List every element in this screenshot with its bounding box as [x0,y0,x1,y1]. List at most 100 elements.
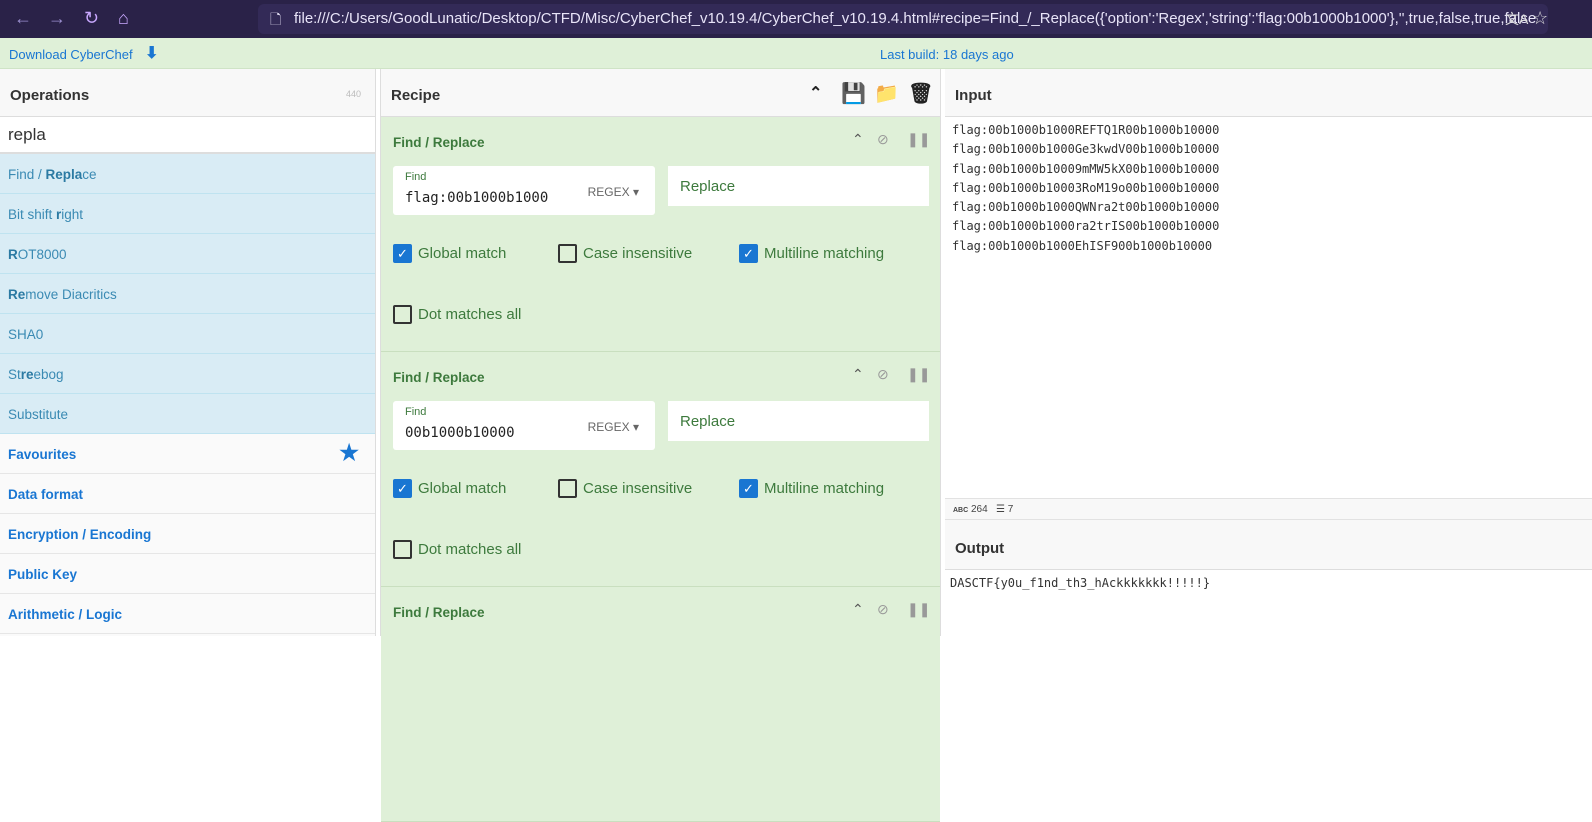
op-text: OT8000 [17,247,67,262]
input-title: Input [955,87,992,104]
checkbox-label: Dot matches all [418,541,522,558]
multiline-checkbox[interactable]: ✓ Multiline matching [739,244,884,263]
checkbox-icon[interactable] [558,244,577,263]
pause-icon[interactable]: ❚❚ [907,366,930,383]
replace-placeholder: Replace [680,413,736,430]
output-title: Output [955,540,1005,557]
multiline-checkbox[interactable]: ✓ Multiline matching [739,479,884,498]
operations-title: Operations [10,87,90,104]
checkbox-icon[interactable] [393,540,412,559]
mode-label: REGEX [587,185,630,199]
step-title: Find / Replace [393,605,485,620]
disable-icon[interactable]: ⊘ [877,601,889,618]
op-match: R [8,247,18,262]
category-label: Encryption / Encoding [8,527,152,542]
input-textarea[interactable]: flag:00b1000b1000REFTQ1R00b1000b10000 fl… [945,117,1592,498]
replace-input[interactable]: Replace [668,401,929,441]
category-item[interactable]: Favourites ★ [0,434,375,474]
collapse-icon[interactable]: ⌃ [852,366,864,383]
checkbox-label: Multiline matching [764,480,885,497]
operations-search-input[interactable]: repla [0,117,375,154]
checkbox-icon[interactable]: ✓ [739,244,758,263]
find-value: flag:00b1000b1000 [405,190,549,206]
forward-icon[interactable]: → [48,8,66,29]
regex-dropdown[interactable]: REGEX ▾ [588,185,639,199]
find-input[interactable]: Find 00b1000b10000 REGEX ▾ [393,401,655,450]
find-label: Find [405,171,427,183]
trash-icon[interactable]: 🗑 [908,81,933,106]
collapse-icon[interactable]: ⌃ [852,601,864,618]
global-checkbox[interactable]: ✓ Global match [393,479,506,498]
page-icon: 🗋 [270,11,282,27]
checkbox-label: Case insensitive [583,245,693,262]
op-match: Re [8,287,26,302]
category-label: Favourites [8,447,77,462]
replace-placeholder: Replace [680,178,736,195]
op-match: Repla [45,167,83,182]
operation-item[interactable]: ROT8000 [0,234,375,274]
checkbox-icon[interactable]: ✓ [739,479,758,498]
case-checkbox[interactable]: Case insensitive [558,479,692,498]
download-link[interactable]: Download CyberChef [9,47,133,62]
category-item[interactable]: Encryption / Encoding [0,514,375,554]
operation-item[interactable]: Streebog [0,354,375,394]
operation-item[interactable]: Remove Diacritics [0,274,375,314]
find-input[interactable]: Find flag:00b1000b1000 REGEX ▾ [393,166,655,215]
operation-item[interactable]: SHA0 [0,314,375,354]
folder-icon[interactable]: 📁 [874,81,899,106]
mode-label: REGEX [587,420,630,434]
collapse-icon[interactable]: ⌃ [809,83,822,103]
category-label: Data format [8,487,84,502]
checkbox-icon[interactable] [558,479,577,498]
disable-icon[interactable]: ⊘ [877,131,889,148]
dotall-checkbox[interactable]: Dot matches all [393,540,521,559]
output-textarea[interactable]: DASCTF{y0u_f1nd_th3_hAckkkkkkk!!!!!} [945,570,1592,596]
replace-input[interactable]: Replace [668,166,929,206]
checkbox-label: Global match [418,245,507,262]
save-icon[interactable]: 💾 [841,81,866,106]
checkbox-label: Case insensitive [583,480,693,497]
star-icon[interactable]: ★ [339,440,359,466]
pause-icon[interactable]: ❚❚ [907,131,930,148]
checkbox-icon[interactable]: ✓ [393,244,412,263]
checkbox-label: Multiline matching [764,245,885,262]
translate-icon[interactable]: 文A [1505,9,1528,29]
download-icon[interactable]: ⬇ [145,43,158,63]
recipe-step: Find / Replace ⌃ ⊘ ❚❚ Find 00b1000b10000 RE… [381,352,940,587]
case-checkbox[interactable]: Case insensitive [558,244,692,263]
checkbox-icon[interactable] [393,305,412,324]
recipe-panel: Recipe ⌃ 💾 📁 🗑 Find / Replace ⌃ ⊘ ❚❚ Find… [380,69,941,822]
star-icon[interactable]: ☆ [1532,8,1548,29]
op-text: ebog [33,367,64,382]
operation-item[interactable]: Bit shift right [0,194,375,234]
category-label: Arithmetic / Logic [8,607,123,622]
line-count: 7 [1007,504,1014,515]
find-label: Find [405,406,427,418]
disable-icon[interactable]: ⊘ [877,366,889,383]
operation-item[interactable]: Find / Replace [0,154,375,194]
search-value: repla [8,125,46,144]
url-text: file:///C:/Users/GoodLunatic/Desktop/CTF… [294,10,1537,27]
category-item[interactable]: Data format [0,474,375,514]
global-checkbox[interactable]: ✓ Global match [393,244,506,263]
regex-dropdown[interactable]: REGEX ▾ [588,420,639,434]
category-item[interactable]: Public Key [0,554,375,594]
home-icon[interactable]: ⌂ [118,8,129,29]
address-bar[interactable]: 🗋 file:///C:/Users/GoodLunatic/Desktop/CT… [258,4,1548,34]
category-label: Public Key [8,567,78,582]
reload-icon[interactable]: ↻ [84,8,99,29]
checkbox-icon[interactable]: ✓ [393,479,412,498]
operations-count: 440 [345,89,361,99]
back-icon[interactable]: ← [14,8,32,29]
browser-toolbar: ← → ↻ ⌂ 🗋 file:///C:/Users/GoodLunatic/De… [0,0,1592,38]
category-item[interactable]: Arithmetic / Logic [0,594,375,634]
operations-panel: Operations 440 repla Find / Replace Bit sh… [0,69,376,636]
dotall-checkbox[interactable]: Dot matches all [393,305,521,324]
checkbox-label: Dot matches all [418,306,522,323]
pause-icon[interactable]: ❚❚ [907,601,930,618]
collapse-icon[interactable]: ⌃ [852,131,864,148]
operation-item[interactable]: Substitute [0,394,375,434]
op-text: Find / [8,167,46,182]
op-text: Bit shift [8,207,57,222]
recipe-step: Find / Replace ⌃ ⊘ ❚❚ [381,587,940,822]
